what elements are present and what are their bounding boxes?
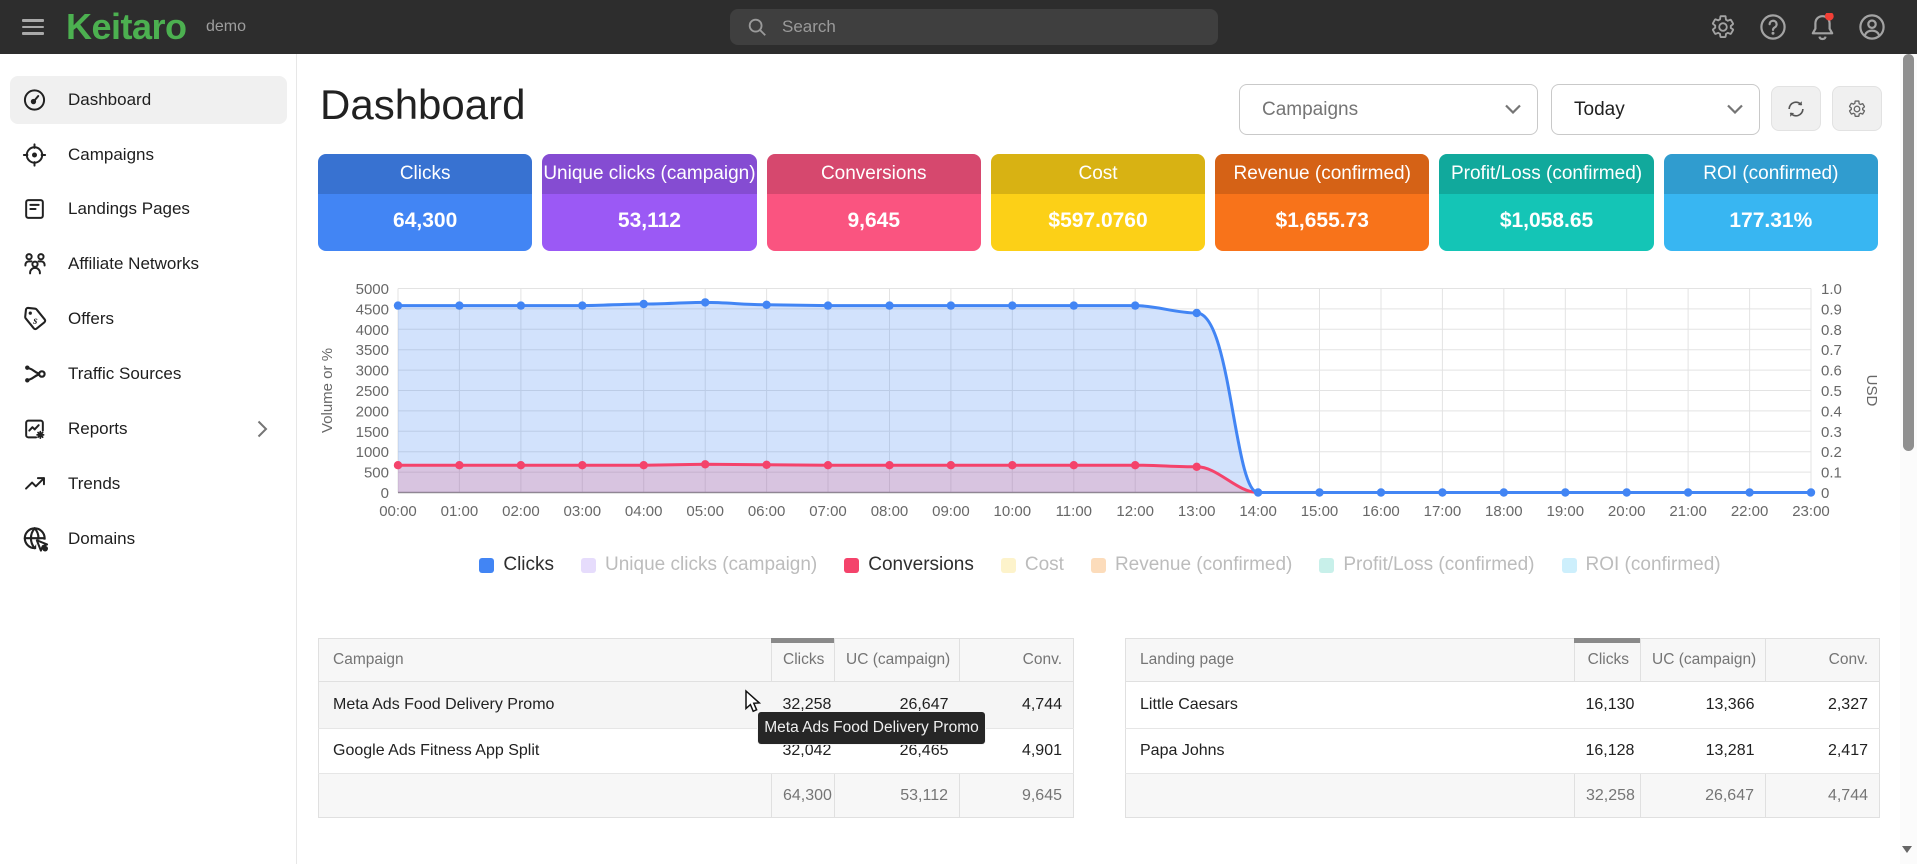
svg-text:13:00: 13:00	[1178, 503, 1216, 520]
svg-text:3000: 3000	[356, 363, 389, 380]
svg-text:11:00: 11:00	[1056, 503, 1092, 520]
svg-text:0.7: 0.7	[1821, 342, 1842, 359]
svg-text:08:00: 08:00	[871, 503, 909, 520]
svg-text:23:00: 23:00	[1792, 503, 1830, 520]
svg-text:06:00: 06:00	[748, 503, 786, 520]
svg-text:04:00: 04:00	[625, 503, 663, 520]
svg-text:0.5: 0.5	[1821, 383, 1842, 400]
svg-text:0: 0	[381, 485, 389, 502]
svg-text:14:00: 14:00	[1239, 503, 1277, 520]
svg-text:18:00: 18:00	[1485, 503, 1523, 520]
svg-text:0: 0	[1821, 485, 1829, 502]
svg-text:03:00: 03:00	[564, 503, 602, 520]
svg-text:01:00: 01:00	[441, 503, 479, 520]
svg-text:2000: 2000	[356, 403, 389, 420]
svg-text:4500: 4500	[356, 301, 389, 318]
svg-text:02:00: 02:00	[502, 503, 540, 520]
svg-text:1000: 1000	[356, 444, 389, 461]
svg-text:00:00: 00:00	[379, 503, 417, 520]
svg-text:3500: 3500	[356, 342, 389, 359]
svg-text:22:00: 22:00	[1731, 503, 1769, 520]
svg-text:12:00: 12:00	[1116, 503, 1154, 520]
svg-text:0.9: 0.9	[1821, 301, 1842, 318]
svg-text:0.8: 0.8	[1821, 322, 1842, 339]
svg-text:10:00: 10:00	[994, 503, 1032, 520]
svg-text:5000: 5000	[356, 281, 389, 298]
svg-text:1.0: 1.0	[1821, 281, 1842, 298]
svg-text:500: 500	[364, 465, 389, 482]
svg-text:4000: 4000	[356, 322, 389, 339]
svg-text:0.3: 0.3	[1821, 424, 1842, 441]
svg-text:09:00: 09:00	[932, 503, 970, 520]
svg-text:19:00: 19:00	[1547, 503, 1585, 520]
svg-text:17:00: 17:00	[1424, 503, 1462, 520]
svg-text:2500: 2500	[356, 383, 389, 400]
svg-text:21:00: 21:00	[1669, 503, 1707, 520]
svg-text:20:00: 20:00	[1608, 503, 1646, 520]
svg-text:15:00: 15:00	[1301, 503, 1339, 520]
svg-text:16:00: 16:00	[1362, 503, 1400, 520]
svg-text:1500: 1500	[356, 424, 389, 441]
svg-text:0.6: 0.6	[1821, 363, 1842, 380]
svg-text:Volume or %: Volume or %	[319, 348, 336, 433]
svg-text:s: s	[32, 314, 38, 326]
svg-text:07:00: 07:00	[809, 503, 847, 520]
svg-text:0.4: 0.4	[1821, 403, 1842, 420]
svg-text:05:00: 05:00	[686, 503, 724, 520]
svg-text:0.1: 0.1	[1821, 465, 1842, 482]
svg-text:USD: USD	[1863, 375, 1880, 407]
svg-text:0.2: 0.2	[1821, 444, 1842, 461]
